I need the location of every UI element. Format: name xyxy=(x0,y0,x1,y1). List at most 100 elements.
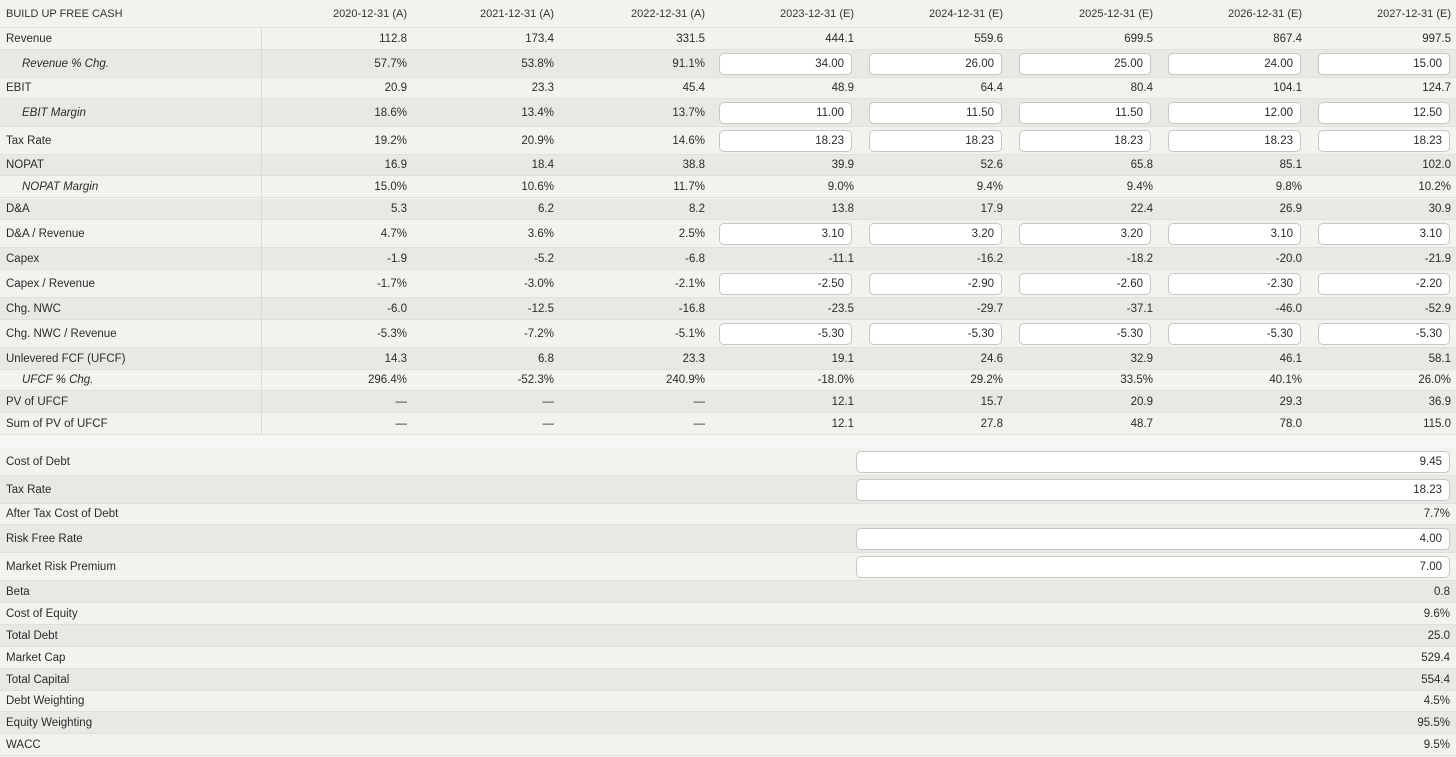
cell-value: -11.1 xyxy=(828,252,854,265)
tax-rate-input[interactable] xyxy=(1019,130,1151,152)
year-header: 2020-12-31 (A) xyxy=(333,7,407,20)
capex-revenue-input[interactable] xyxy=(869,273,1002,295)
row-chg-nwc-revenue: Chg. NWC / Revenue -5.3% -7.2% -5.1% xyxy=(0,320,1456,348)
tax-rate-input[interactable] xyxy=(856,479,1450,501)
cell-value: -3.0% xyxy=(523,277,554,290)
row-ufcf: Unlevered FCF (UFCF) 14.3 6.8 23.3 19.1 24.6 3… xyxy=(0,348,1456,370)
cell-value: -6.0 xyxy=(387,302,407,315)
cell-value: — xyxy=(693,395,706,408)
cell-value: 15.7 xyxy=(980,395,1003,408)
cell-value: 124.7 xyxy=(1422,82,1451,94)
da-revenue-input[interactable] xyxy=(1168,223,1301,245)
row-ebit-margin: EBIT Margin 18.6% 13.4% 13.7% xyxy=(0,99,1456,127)
cell-value: 57.7% xyxy=(374,57,407,70)
row-label: NOPAT Margin xyxy=(22,181,99,193)
row-da: D&A 5.3 6.2 8.2 13.8 17.9 22.4 26.9 30.9 xyxy=(0,199,1456,220)
ebit-margin-input[interactable] xyxy=(719,102,852,124)
row-label: Market Cap xyxy=(6,651,66,664)
cell-value: -18.2 xyxy=(1126,252,1153,265)
row-label: Total Capital xyxy=(6,673,70,686)
cell-value: -29.7 xyxy=(976,302,1003,315)
da-revenue-input[interactable] xyxy=(1318,223,1450,245)
tax-rate-input[interactable] xyxy=(869,130,1002,152)
row-label: Sum of PV of UFCF xyxy=(6,417,108,430)
cell-value: 13.8 xyxy=(831,203,854,215)
cell-value: 8.2 xyxy=(689,203,705,215)
capex-revenue-input[interactable] xyxy=(1019,273,1151,295)
market-risk-premium-input[interactable] xyxy=(856,556,1450,578)
cell-value: 9.4% xyxy=(1126,181,1153,193)
chg-nwc-revenue-input[interactable] xyxy=(719,323,852,345)
cell-value: -5.3% xyxy=(376,327,407,340)
cell-value: 3.6% xyxy=(527,227,554,240)
cell-value: -18.0% xyxy=(817,374,854,386)
cell-value: 36.9 xyxy=(1428,395,1451,408)
capex-revenue-input[interactable] xyxy=(1168,273,1301,295)
revenue-pct-chg-input[interactable] xyxy=(1318,53,1450,75)
cell-value: 9.5% xyxy=(1423,738,1450,751)
revenue-pct-chg-input[interactable] xyxy=(719,53,852,75)
wacc-row-risk-free-rate: Risk Free Rate xyxy=(0,525,1456,553)
capex-revenue-input[interactable] xyxy=(719,273,852,295)
cell-value: 23.3 xyxy=(682,352,705,365)
tax-rate-input[interactable] xyxy=(1168,130,1301,152)
cell-value: -5.2 xyxy=(534,252,554,265)
cell-value: 14.6% xyxy=(672,134,705,147)
cell-value: 18.4 xyxy=(531,159,554,171)
ebit-margin-input[interactable] xyxy=(1019,102,1151,124)
cell-value: 2.5% xyxy=(678,227,705,240)
cell-value: 65.8 xyxy=(1130,159,1153,171)
year-header: 2021-12-31 (A) xyxy=(480,7,554,20)
row-label: Market Risk Premium xyxy=(6,560,116,573)
year-header: 2026-12-31 (E) xyxy=(1228,7,1302,20)
da-revenue-input[interactable] xyxy=(869,223,1002,245)
cell-value: — xyxy=(395,417,408,430)
risk-free-rate-input[interactable] xyxy=(856,528,1450,550)
cell-value: 27.8 xyxy=(980,417,1003,430)
revenue-pct-chg-input[interactable] xyxy=(869,53,1002,75)
da-revenue-input[interactable] xyxy=(719,223,852,245)
cell-value: -7.2% xyxy=(523,327,554,340)
row-label: Capex / Revenue xyxy=(6,277,95,290)
chg-nwc-revenue-input[interactable] xyxy=(1318,323,1450,345)
cell-value: 20.9 xyxy=(1130,395,1153,408)
chg-nwc-revenue-input[interactable] xyxy=(1168,323,1301,345)
cell-value: 104.1 xyxy=(1273,82,1302,94)
chg-nwc-revenue-input[interactable] xyxy=(1019,323,1151,345)
cell-value: 9.4% xyxy=(976,181,1003,193)
cell-value: 9.0% xyxy=(827,181,854,193)
wacc-row-after-tax-cost-of-debt: After Tax Cost of Debt 7.7% xyxy=(0,504,1456,525)
row-nopat-margin: NOPAT Margin 15.0% 10.6% 11.7% 9.0% 9.4% 9.4% 9… xyxy=(0,177,1456,198)
chg-nwc-revenue-input[interactable] xyxy=(869,323,1002,345)
cell-value: 46.1 xyxy=(1279,352,1302,365)
cell-value: -16.2 xyxy=(976,252,1003,265)
cell-value: 48.9 xyxy=(831,82,854,94)
cell-value: 296.4% xyxy=(367,374,407,386)
row-label: Revenue xyxy=(6,32,53,45)
capex-revenue-input[interactable] xyxy=(1318,273,1450,295)
da-revenue-input[interactable] xyxy=(1019,223,1151,245)
cell-value: — xyxy=(395,395,408,408)
wacc-row-total-debt: Total Debt 25.0 xyxy=(0,625,1456,647)
cell-value: -23.5 xyxy=(827,302,854,315)
cell-value: 26.0% xyxy=(1418,374,1451,386)
row-label: WACC xyxy=(6,738,41,751)
cell-value: 699.5 xyxy=(1124,32,1153,45)
tax-rate-input[interactable] xyxy=(719,130,852,152)
revenue-pct-chg-input[interactable] xyxy=(1019,53,1151,75)
cell-value: 19.1 xyxy=(831,352,854,365)
ebit-margin-input[interactable] xyxy=(869,102,1002,124)
cost-of-debt-input[interactable] xyxy=(856,451,1450,473)
wacc-row-equity-weighting: Equity Weighting 95.5% xyxy=(0,712,1456,734)
cell-value: 20.9 xyxy=(384,82,407,94)
tax-rate-input[interactable] xyxy=(1318,130,1450,152)
row-label: PV of UFCF xyxy=(6,395,68,408)
cell-value: 6.8 xyxy=(538,352,554,365)
row-pv-ufcf: PV of UFCF — — — 12.1 15.7 20.9 29.3 36.9 xyxy=(0,391,1456,413)
cell-value: 29.2% xyxy=(970,374,1003,386)
cell-value: 17.9 xyxy=(980,203,1003,215)
ebit-margin-input[interactable] xyxy=(1168,102,1301,124)
ebit-margin-input[interactable] xyxy=(1318,102,1450,124)
cell-value: 30.9 xyxy=(1428,203,1451,215)
revenue-pct-chg-input[interactable] xyxy=(1168,53,1301,75)
